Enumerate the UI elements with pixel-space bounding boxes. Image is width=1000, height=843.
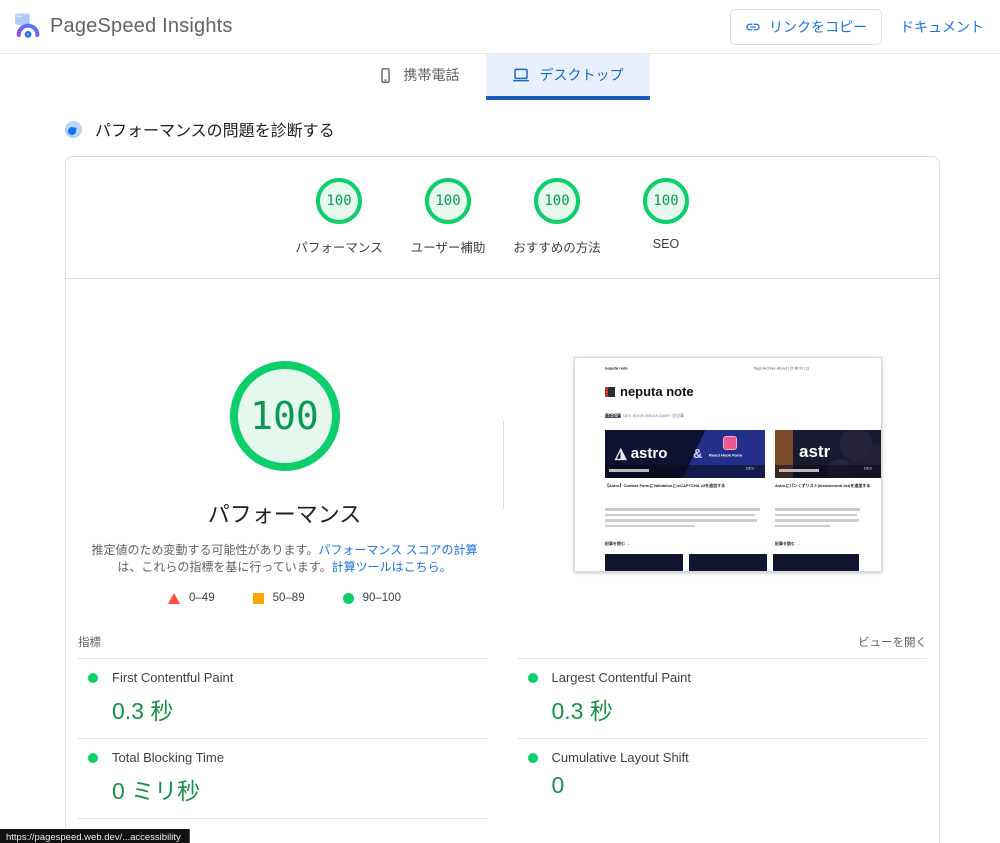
metric-cls-value: 0 [551,772,565,798]
thumb-card1-title: 【Astro】Contact FormにValidationとreCAPTCHA… [605,483,726,489]
app-logo: PageSpeed Insights [14,13,233,40]
thumb-site-logo-icon [605,387,615,397]
metric-tbt: Total Blocking Time 0 ミリ秒 [78,738,488,818]
thumb-ampersand: & [693,446,703,461]
metric-cls-name: Cumulative Layout Shift [551,750,689,765]
thumb-card2-meta-strip: DEV [775,465,881,478]
metrics-column-right: Largest Contentful Paint 0.3 秒 Cumulativ… [517,658,927,843]
thumb-card1-meta-strip: DEV [605,465,765,478]
category-gauges-row: 100 パフォーマンス 100 ユーザー補助 100 おすすめの方法 100 S… [66,157,939,256]
metric-fcp: First Contentful Paint 0.3 秒 [78,658,488,738]
thumb-card1-description [605,508,763,530]
disclaimer-text-1: 推定値のため変動する可能性があります。 [91,543,319,557]
columns-divider [503,421,504,509]
summary-columns: 100 パフォーマンス 推定値のため変動する可能性があります。パフォーマンス ス… [66,279,939,624]
metric-lcp: Largest Contentful Paint 0.3 秒 [517,658,927,738]
score-disclaimer: 推定値のため変動する可能性があります。パフォーマンス スコアの計算は、これらの指… [83,542,487,576]
link-icon [745,19,761,35]
score-legend: 0–49 50–89 90–100 [168,592,401,604]
documentation-link[interactable]: ドキュメント [900,17,984,37]
diagnose-heading: パフォーマンスの問題を診断する [95,123,335,140]
copy-link-label: リンクをコピー [769,18,867,35]
score-calc-link[interactable]: パフォーマンス スコアの計算 [318,543,477,557]
metric-fcp-name: First Contentful Paint [112,670,234,685]
performance-summary: 100 パフォーマンス 推定値のため変動する可能性があります。パフォーマンス ス… [66,279,503,604]
calculator-link[interactable]: 計算ツールはこちら。 [332,560,452,574]
gauge-accessibility[interactable]: 100 ユーザー補助 [402,178,494,256]
pagespeed-logo-icon [14,13,41,40]
thumb-card1-read-link: 記事を読む → [605,541,631,547]
pass-dot-icon [88,672,98,683]
pass-dot-icon [88,752,98,763]
metric-lcp-value: 0.3 秒 [551,698,613,724]
browser-status-bar: https://pagespeed.web.dev/...accessibili… [0,829,190,843]
legend-fail-range: 0–49 [189,592,215,604]
legend-pass: 90–100 [342,592,401,604]
legend-fail: 0–49 [168,592,215,604]
insights-icon [65,120,82,138]
thumb-card3-image [605,554,683,571]
thumb-astro-logo-2: astr [799,442,831,461]
page-title: PageSpeed Insights [50,15,233,37]
metrics-title: 指標 [78,637,101,649]
pass-circle-icon [342,592,354,604]
page-screenshot-thumbnail: neputa note Tags Archive About | ⊡ ⊞ ⊟ |… [574,357,882,572]
gauge-performance[interactable]: 100 パフォーマンス [293,178,385,256]
metrics-grid: First Contentful Paint 0.3 秒 Total Block… [78,658,927,843]
legend-average: 50–89 [252,592,305,604]
metrics-column-left: First Contentful Paint 0.3 秒 Total Block… [78,658,488,843]
diagnose-heading-row: パフォーマンスの問題を診断する [65,117,1000,141]
desktop-icon [512,66,530,84]
gauge-seo[interactable]: 100 SEO [620,178,712,256]
metrics-header: 指標 ビューを開く [78,634,927,650]
performance-score-gauge: 100 [229,361,340,471]
thumb-mini-nav: Tags Archive About | ⊡ ⊞ ⊟ | Q [753,366,809,371]
pass-dot-icon [527,672,538,683]
gauge-accessibility-score: 100 [425,178,471,224]
thumb-site-title: neputa note [620,384,694,399]
gauge-best-practices[interactable]: 100 おすすめの方法 [511,178,603,256]
metric-cls: Cumulative Layout Shift 0 [517,738,927,811]
metric-fcp-value: 0.3 秒 [112,698,174,724]
thumb-card2-read-link: 記事を読む → [775,541,801,547]
copy-link-button[interactable]: リンクをコピー [730,8,882,45]
tab-mobile[interactable]: 携帯電話 [351,54,486,100]
disclaimer-text-2: は、これらの指標を基に行っています。 [117,560,332,574]
pass-dot-icon [527,752,538,763]
thumb-card2-title: Astroにパンくずリスト(breadcrumb list)を追加する [775,483,871,489]
open-view-link[interactable]: ビューを開く [858,634,927,650]
gauge-performance-label: パフォーマンス [295,241,383,255]
thumb-card2-image: astr DEV [775,430,881,478]
thumb-react-hook-form-icon [723,436,737,450]
thumb-card1-image: ◮ astro & React Hook Form DEV [605,430,765,478]
metric-tbt-name: Total Blocking Time [112,750,224,765]
gauge-seo-label: SEO [652,237,680,251]
thumb-card4-image [689,554,767,571]
thumb-site-nav: 最新記事 DEV BOOK MEDIA DIARY 全記事 [605,413,684,419]
gauge-performance-score: 100 [316,178,362,224]
tab-desktop[interactable]: デスクトップ [485,54,650,100]
average-square-icon [252,592,264,604]
legend-average-range: 50–89 [272,592,305,604]
gauge-accessibility-label: ユーザー補助 [410,241,486,255]
performance-score-label: パフォーマンス [207,502,362,527]
thumb-astro-logo: ◮ astro [615,445,668,462]
thumb-mini-header: neputa note [605,366,628,371]
fail-triangle-icon [168,592,181,604]
thumb-card2-description [775,508,863,530]
metric-lcp-name: Largest Contentful Paint [551,670,691,685]
report-card: 100 パフォーマンス 100 ユーザー補助 100 おすすめの方法 100 S… [65,156,940,843]
tab-mobile-label: 携帯電話 [403,67,460,83]
app-header: PageSpeed Insights リンクをコピー ドキュメント [0,0,1000,54]
mobile-phone-icon [377,67,394,84]
metric-tbt-value: 0 ミリ秒 [112,778,201,804]
thumb-react-hook-form-label: React Hook Form [709,453,743,458]
tab-desktop-label: デスクトップ [539,67,624,83]
thumb-card5-image [773,554,859,571]
gauge-best-practices-label: おすすめの方法 [513,241,601,255]
gauge-seo-score: 100 [643,178,689,224]
device-tabbar: 携帯電話 デスクトップ [0,54,1000,100]
legend-pass-range: 90–100 [362,592,401,604]
gauge-best-practices-score: 100 [534,178,580,224]
